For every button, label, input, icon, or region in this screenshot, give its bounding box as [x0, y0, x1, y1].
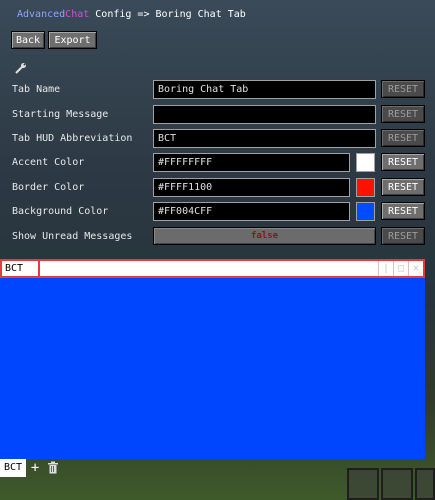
- background-color-input[interactable]: #FF004CFF: [153, 202, 350, 221]
- background-color-swatch[interactable]: [356, 202, 375, 221]
- label-tab-name: Tab Name: [12, 84, 61, 95]
- trash-icon[interactable]: [44, 459, 62, 477]
- label-hud-abbreviation: Tab HUD Abbreviation: [12, 133, 133, 144]
- hotbar-slot: [415, 468, 435, 500]
- bottom-tab-bar: BCT +: [0, 459, 62, 477]
- show-unread-toggle[interactable]: false: [153, 227, 376, 245]
- label-starting-message: Starting Message: [12, 109, 109, 120]
- export-button[interactable]: Export: [48, 31, 97, 49]
- reset-accent-color-button[interactable]: RESET: [381, 153, 425, 171]
- hotbar-slot: [347, 468, 379, 500]
- accent-color-swatch[interactable]: [356, 153, 375, 172]
- reset-background-color-button[interactable]: RESET: [381, 202, 425, 220]
- title-part-chat: Chat: [65, 9, 90, 20]
- reset-hud-abbreviation-button[interactable]: RESET: [381, 129, 425, 147]
- chat-preview-body[interactable]: [0, 278, 425, 459]
- accent-color-input[interactable]: #FFFFFFFF: [153, 153, 350, 172]
- hotbar-slot: [381, 468, 413, 500]
- reset-border-color-button[interactable]: RESET: [381, 178, 425, 196]
- bottom-tab-bct[interactable]: BCT: [0, 459, 27, 477]
- hud-abbreviation-input[interactable]: BCT: [153, 129, 376, 148]
- screen-title: AdvancedChat Config => Boring Chat Tab: [17, 9, 246, 20]
- back-button[interactable]: Back: [11, 31, 45, 49]
- label-border-color: Border Color: [12, 182, 85, 193]
- wrench-icon[interactable]: [14, 61, 28, 75]
- reset-tab-name-button[interactable]: RESET: [381, 80, 425, 98]
- tab-name-input[interactable]: Boring Chat Tab: [153, 80, 376, 99]
- border-color-swatch[interactable]: [356, 178, 375, 197]
- starting-message-input[interactable]: [153, 105, 376, 124]
- label-accent-color: Accent Color: [12, 157, 85, 168]
- reset-starting-message-button[interactable]: RESET: [381, 105, 425, 123]
- border-color-input[interactable]: #FFFF1100: [153, 178, 350, 197]
- title-part-advanced: Advanced: [17, 9, 66, 20]
- chat-preview-header[interactable]: BCT | □ ✕: [0, 259, 425, 278]
- preview-tab-abbrev[interactable]: BCT: [2, 261, 40, 276]
- plus-icon[interactable]: +: [26, 459, 44, 477]
- reset-show-unread-button[interactable]: RESET: [381, 227, 425, 245]
- label-show-unread: Show Unread Messages: [12, 231, 133, 242]
- label-background-color: Background Color: [12, 206, 109, 217]
- title-part-path: Config => Boring Chat Tab: [89, 9, 246, 20]
- pin-icon[interactable]: |: [378, 261, 393, 276]
- maximize-icon[interactable]: □: [393, 261, 408, 276]
- close-icon[interactable]: ✕: [408, 261, 423, 276]
